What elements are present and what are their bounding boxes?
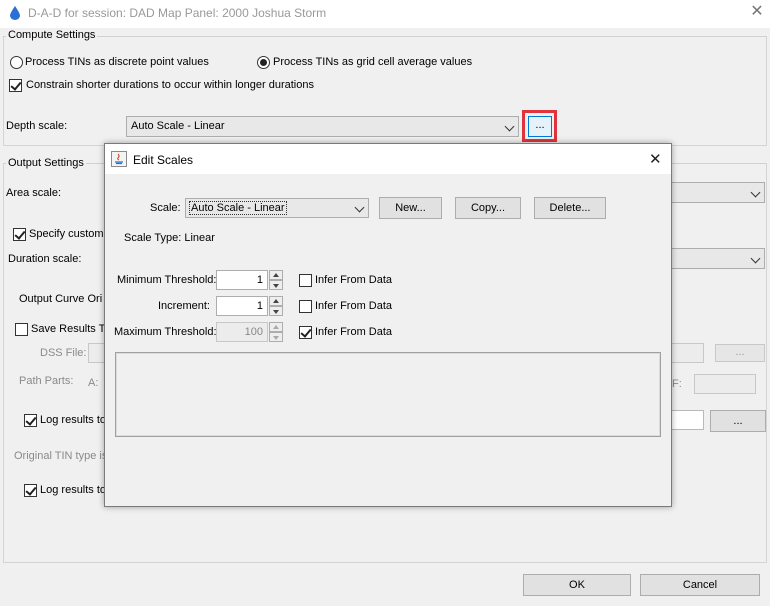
dialog-titlebar: Edit Scales ✕ (105, 144, 671, 174)
min-threshold-spinner[interactable] (269, 270, 283, 290)
log-results-browse-button[interactable]: ... (710, 410, 766, 432)
area-scale-label: Area scale: (6, 187, 62, 199)
chevron-down-icon (354, 202, 365, 213)
increment-infer-label: Infer From Data (315, 300, 393, 312)
increment-infer-checkbox[interactable] (299, 300, 312, 313)
constrain-durations-label: Constrain shorter durations to occur wit… (26, 79, 314, 91)
specify-custom-label: Specify custom (29, 228, 104, 240)
copy-scale-button[interactable]: Copy... (455, 197, 521, 219)
radio-grid-label: Process TINs as grid cell average values (273, 56, 473, 68)
log-results-path-field[interactable] (670, 410, 704, 430)
specify-custom-checkbox[interactable] (13, 228, 26, 241)
water-drop-icon (10, 6, 20, 20)
depth-scale-select[interactable]: Auto Scale - Linear (126, 116, 519, 137)
max-threshold-label: Maximum Threshold: (114, 326, 217, 338)
new-scale-button[interactable]: New... (379, 197, 442, 219)
spin-up-icon[interactable] (269, 296, 283, 306)
log-results-label-2: Log results to (40, 484, 107, 496)
compute-settings-legend: Compute Settings (6, 29, 98, 41)
window-close-icon[interactable]: ✕ (748, 3, 766, 21)
radio-grid-cell-average[interactable] (257, 56, 270, 69)
chevron-down-icon (504, 121, 515, 132)
scale-select-value: Auto Scale - Linear (189, 201, 287, 215)
edit-depth-scale-button[interactable]: ... (528, 116, 552, 137)
duration-scale-label: Duration scale: (8, 253, 82, 265)
scale-label: Scale: (150, 202, 181, 214)
radio-discrete-label: Process TINs as discrete point values (25, 56, 209, 68)
log-results-label-1: Log results to (40, 414, 107, 426)
log-results-checkbox-2[interactable] (24, 484, 37, 497)
spin-up-icon (269, 322, 283, 332)
dss-browse-button: ... (715, 344, 765, 362)
path-parts-label: Path Parts: (19, 375, 74, 387)
chevron-down-icon (750, 253, 761, 264)
dss-file-label: DSS File: (40, 347, 87, 359)
java-app-icon (111, 151, 127, 167)
scale-type-label: Scale Type: Linear (124, 232, 215, 244)
window-title: D-A-D for session: DAD Map Panel: 2000 J… (28, 6, 327, 20)
dss-file-field-right (670, 343, 704, 363)
radio-discrete-points[interactable] (10, 56, 23, 69)
increment-input[interactable]: 1 (216, 296, 268, 316)
max-threshold-input: 100 (216, 322, 268, 342)
output-curve-label: Output Curve Ori (19, 293, 103, 305)
ok-button[interactable]: OK (523, 574, 631, 596)
area-scale-select[interactable] (660, 182, 765, 203)
depth-scale-value: Auto Scale - Linear (131, 120, 225, 132)
min-threshold-input[interactable]: 1 (216, 270, 268, 290)
max-threshold-spinner (269, 322, 283, 342)
max-infer-label: Infer From Data (315, 326, 393, 338)
path-part-f-label: F: (672, 378, 682, 390)
log-results-checkbox-1[interactable] (24, 414, 37, 427)
increment-label: Increment: (158, 300, 210, 312)
dialog-close-icon[interactable]: ✕ (649, 150, 662, 168)
save-results-label: Save Results T (31, 323, 106, 335)
spin-up-icon[interactable] (269, 270, 283, 280)
window-titlebar: D-A-D for session: DAD Map Panel: 2000 J… (0, 0, 770, 28)
delete-scale-button[interactable]: Delete... (534, 197, 606, 219)
constrain-durations-checkbox[interactable] (9, 79, 22, 92)
cancel-button[interactable]: Cancel (640, 574, 760, 596)
spin-down-icon[interactable] (269, 306, 283, 316)
min-infer-label: Infer From Data (315, 274, 393, 286)
depth-scale-label: Depth scale: (6, 120, 68, 132)
path-part-a-label: A: (88, 377, 99, 389)
edit-scales-dialog: Edit Scales ✕ Scale: Auto Scale - Linear… (104, 143, 672, 507)
scale-select[interactable]: Auto Scale - Linear (185, 198, 369, 218)
min-infer-checkbox[interactable] (299, 274, 312, 287)
min-threshold-label: Minimum Threshold: (117, 274, 217, 286)
output-settings-legend: Output Settings (6, 157, 86, 169)
original-tin-label: Original TIN type is (14, 450, 108, 462)
increment-spinner[interactable] (269, 296, 283, 316)
scale-description-area[interactable] (115, 352, 661, 437)
spin-down-icon (269, 332, 283, 342)
max-infer-checkbox[interactable] (299, 326, 312, 339)
duration-scale-select[interactable] (660, 248, 765, 269)
path-part-f-field (694, 374, 756, 394)
chevron-down-icon (750, 187, 761, 198)
save-results-checkbox[interactable] (15, 323, 28, 336)
dialog-title: Edit Scales (133, 153, 194, 167)
spin-down-icon[interactable] (269, 280, 283, 290)
